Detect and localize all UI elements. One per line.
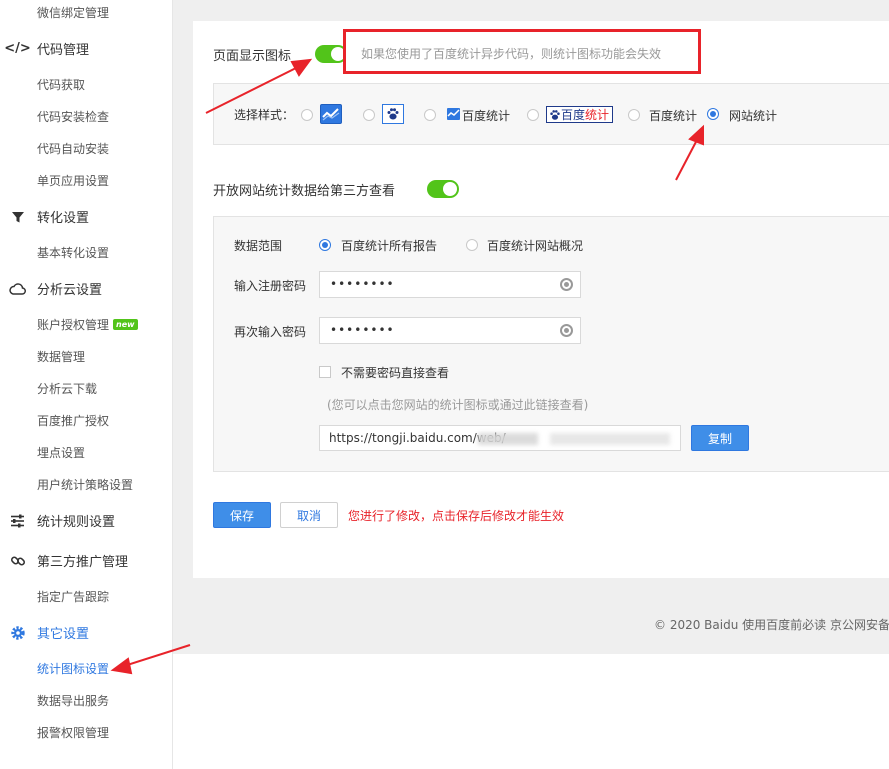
sidebar-item-user-stats-policy[interactable]: 用户统计策略设置 bbox=[0, 468, 172, 500]
paw-icon bbox=[550, 109, 560, 120]
wave-chart-icon bbox=[320, 104, 342, 124]
sidebar-group-label: 分析云设置 bbox=[37, 282, 103, 298]
sidebar-group-stat-rules[interactable]: 统计规则设置 bbox=[0, 504, 172, 536]
scope-option-label: 百度统计所有报告 bbox=[341, 239, 438, 253]
style-radio-boxed[interactable] bbox=[527, 109, 539, 121]
sidebar-item-basic-conversion[interactable]: 基本转化设置 bbox=[0, 236, 172, 268]
redacted-blur bbox=[478, 433, 538, 445]
scope-radio-overview[interactable] bbox=[466, 239, 478, 251]
no-password-checkbox[interactable] bbox=[319, 366, 331, 378]
async-code-tip: 如果您使用了百度统计异步代码，则统计图标功能会失效 bbox=[343, 29, 701, 74]
redacted-blur bbox=[550, 433, 670, 445]
sidebar-item-label: 代码自动安装 bbox=[37, 141, 110, 156]
copy-button[interactable]: 复制 bbox=[691, 425, 749, 451]
sidebar-item-label: 微信绑定管理 bbox=[37, 5, 110, 20]
scope-option-label: 百度统计网站概况 bbox=[487, 239, 584, 253]
confirm-password-label: 再次输入密码 bbox=[234, 325, 307, 339]
style-radio-site-stats[interactable] bbox=[707, 108, 719, 120]
mini-wave-icon bbox=[447, 108, 460, 120]
password-value: •••••••• bbox=[330, 277, 395, 291]
sidebar-item-label: 数据管理 bbox=[37, 349, 86, 364]
sidebar-item-data-management[interactable]: 数据管理 bbox=[0, 340, 172, 372]
sidebar-item-code-auto-install[interactable]: 代码自动安装 bbox=[0, 132, 172, 164]
link-icon bbox=[9, 552, 26, 569]
unsaved-warning: 您进行了修改，点击保存后修改才能生效 bbox=[348, 509, 565, 523]
data-scope-label: 数据范围 bbox=[234, 239, 283, 253]
sliders-icon bbox=[9, 512, 26, 529]
sidebar-item-code-get[interactable]: 代码获取 bbox=[0, 68, 172, 100]
new-badge: new bbox=[113, 318, 138, 330]
boxed-badge-text-b: 统计 bbox=[585, 108, 610, 122]
gear-icon bbox=[9, 624, 26, 641]
sidebar-group-other-settings[interactable]: 其它设置 bbox=[0, 616, 172, 648]
sidebar-item-label: 用户统计策略设置 bbox=[37, 477, 134, 492]
confirm-password-value: •••••••• bbox=[330, 323, 395, 337]
sidebar-item-wechat-binding[interactable]: 微信绑定管理 bbox=[0, 0, 172, 28]
sidebar-item-label: 基本转化设置 bbox=[37, 245, 110, 260]
style-option-label: 百度统计 bbox=[649, 109, 698, 123]
style-radio-text[interactable] bbox=[628, 109, 640, 121]
sidebar-item-label: 代码获取 bbox=[37, 77, 86, 92]
sidebar-group-label: 转化设置 bbox=[37, 210, 90, 226]
sidebar-item-label: 数据导出服务 bbox=[37, 693, 110, 708]
sidebar-group-label: 统计规则设置 bbox=[37, 514, 116, 530]
sidebar-item-spa-settings[interactable]: 单页应用设置 bbox=[0, 164, 172, 196]
sidebar-item-tracking-points[interactable]: 埋点设置 bbox=[0, 436, 172, 468]
view-link-hint: (您可以点击您网站的统计图标或通过此链接查看) bbox=[327, 398, 589, 412]
async-code-tip-text: 如果您使用了百度统计异步代码，则统计图标功能会失效 bbox=[361, 47, 662, 61]
sidebar-item-alert-permissions[interactable]: 报警权限管理 bbox=[0, 716, 172, 748]
sidebar-group-label: 其它设置 bbox=[37, 626, 90, 642]
paw-icon bbox=[382, 104, 404, 124]
sidebar-item-ad-tracking[interactable]: 指定广告跟踪 bbox=[0, 580, 172, 612]
sidebar-item-code-check[interactable]: 代码安装检查 bbox=[0, 100, 172, 132]
sidebar-group-code[interactable]: </> 代码管理 bbox=[0, 32, 172, 64]
style-label: 选择样式： bbox=[234, 108, 295, 122]
footer-text: © 2020 Baidu 使用百度前必读 京公网安备 1 bbox=[654, 618, 889, 632]
password-label: 输入注册密码 bbox=[234, 279, 307, 293]
sidebar-item-label: 分析云下载 bbox=[37, 381, 98, 396]
share-data-toggle[interactable] bbox=[427, 180, 459, 198]
show-icon-label: 页面显示图标 bbox=[213, 49, 292, 64]
scope-radio-all-reports[interactable] bbox=[319, 239, 331, 251]
sidebar-group-third-party[interactable]: 第三方推广管理 bbox=[0, 544, 172, 576]
sidebar-item-label: 百度推广授权 bbox=[37, 413, 110, 428]
sidebar-group-analytics-cloud[interactable]: 分析云设置 bbox=[0, 272, 172, 304]
show-password-icon[interactable] bbox=[560, 278, 573, 291]
style-radio-paw[interactable] bbox=[363, 109, 375, 121]
sidebar-group-label: 第三方推广管理 bbox=[37, 554, 129, 570]
confirm-password-input[interactable]: •••••••• bbox=[319, 317, 581, 344]
sidebar-item-label: 报警权限管理 bbox=[37, 725, 110, 740]
sidebar-item-stat-icon-settings[interactable]: 统计图标设置 bbox=[0, 652, 172, 684]
sidebar-item-label: 统计图标设置 bbox=[37, 661, 110, 676]
share-data-label: 开放网站统计数据给第三方查看 bbox=[213, 184, 396, 199]
code-icon: </> bbox=[4, 41, 31, 56]
style-radio-wave[interactable] bbox=[301, 109, 313, 121]
sidebar-item-promotion-auth[interactable]: 百度推广授权 bbox=[0, 404, 172, 436]
save-button[interactable]: 保存 bbox=[213, 502, 271, 528]
sidebar-item-data-export[interactable]: 数据导出服务 bbox=[0, 684, 172, 716]
sidebar-item-account-auth[interactable]: 账户授权管理 new bbox=[0, 308, 172, 340]
share-link-input[interactable]: https://tongji.baidu.com/web/ bbox=[319, 425, 681, 451]
sidebar-item-label: 指定广告跟踪 bbox=[37, 589, 110, 604]
boxed-badge-logo: 百度 统计 bbox=[546, 106, 614, 123]
sidebar: 微信绑定管理 </> 代码管理 代码获取 代码安装检查 代码自动安装 单页应用设… bbox=[0, 0, 173, 769]
cancel-button[interactable]: 取消 bbox=[280, 502, 338, 528]
funnel-icon bbox=[9, 208, 26, 225]
sidebar-group-label: 代码管理 bbox=[37, 42, 90, 58]
show-password-icon[interactable] bbox=[560, 324, 573, 337]
sidebar-item-label: 单页应用设置 bbox=[37, 173, 110, 188]
style-option-label: 百度统计 bbox=[462, 109, 511, 123]
boxed-badge-text-a: 百度 bbox=[561, 108, 586, 122]
sidebar-item-cloud-download[interactable]: 分析云下载 bbox=[0, 372, 172, 404]
sidebar-item-label: 代码安装检查 bbox=[37, 109, 110, 124]
password-input[interactable]: •••••••• bbox=[319, 271, 581, 298]
no-password-label: 不需要密码直接查看 bbox=[341, 366, 450, 380]
cloud-icon bbox=[9, 280, 26, 297]
sidebar-group-conversion[interactable]: 转化设置 bbox=[0, 200, 172, 232]
style-option-label: 网站统计 bbox=[729, 109, 778, 123]
sidebar-item-label: 账户授权管理 bbox=[37, 317, 110, 332]
sidebar-item-label: 埋点设置 bbox=[37, 445, 86, 460]
style-radio-text-icon[interactable] bbox=[424, 109, 436, 121]
